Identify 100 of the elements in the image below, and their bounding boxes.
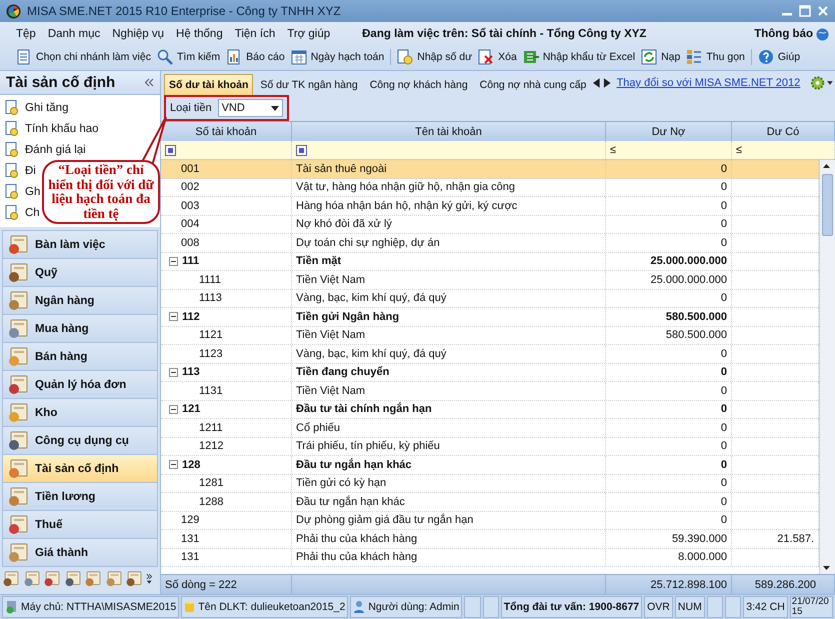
account-code: 003: [181, 200, 200, 212]
module-item[interactable]: Mua hàng: [2, 314, 158, 343]
table-row[interactable]: 1212 Trái phiếu, tín phiếu, kỳ phiếu 0: [161, 438, 819, 456]
filter-operator[interactable]: ≤: [736, 144, 742, 156]
table-row[interactable]: 1281 Tiền gửi có kỳ hạn 0: [161, 474, 819, 493]
menu-item[interactable]: Trợ giúp: [285, 28, 332, 40]
table-row[interactable]: 008 Dự toán chi sự nghiệp, dự án 0: [161, 234, 819, 252]
account-code: 004: [181, 218, 200, 230]
tab[interactable]: Công nợ khách hàng: [364, 74, 473, 95]
dropdown-icon[interactable]: [270, 106, 279, 110]
module-item[interactable]: Giá thành: [2, 538, 158, 567]
menu-item[interactable]: Tiện ích: [232, 28, 278, 40]
collapse-icon[interactable]: [169, 404, 178, 414]
filter-icon[interactable]: [165, 144, 176, 156]
tab[interactable]: Công nợ nhà cung cấp: [474, 74, 592, 95]
module-item[interactable]: Công cụ dụng cụ: [2, 426, 158, 455]
table-row[interactable]: 1113 Vàng, bạc, kim khí quý, đá quý 0: [161, 290, 819, 308]
scroll-right-icon[interactable]: [602, 78, 611, 88]
module-item[interactable]: Bàn làm việc: [2, 230, 158, 259]
table-row[interactable]: 1121 Tiền Việt Nam 580.500.000: [161, 326, 819, 345]
table-row[interactable]: 002 Vật tư, hàng hóa nhận giữ hộ, nhận gia công 0: [161, 178, 819, 197]
table-row[interactable]: 112 Tiền gửi Ngân hàng 580.500.000: [161, 308, 819, 326]
menu-item[interactable]: Hệ thống: [174, 28, 225, 40]
currency-dropdown[interactable]: VND: [218, 99, 283, 117]
panel-item[interactable]: Đi: [5, 160, 36, 181]
table-row[interactable]: 131 Phải thu của khách hàng 59.390.000 21.587.: [161, 530, 819, 548]
scrollbar[interactable]: [819, 160, 835, 574]
module-item[interactable]: Bán hàng: [2, 342, 158, 371]
table-row[interactable]: 129 Dự phòng giảm giá đầu tư ngắn hạn 0: [161, 512, 819, 530]
compare-link[interactable]: Thay đổi so với MISA SME.NET 2012: [616, 77, 800, 89]
module-item[interactable]: Quỹ: [2, 258, 158, 287]
close-icon[interactable]: [817, 5, 829, 17]
credit-amount: 21.587.: [777, 532, 814, 545]
scroll-thumb[interactable]: [822, 174, 833, 236]
toolbar-button[interactable]: Ngày hạch toán: [288, 47, 386, 67]
filter-icon[interactable]: [296, 144, 307, 156]
table-row[interactable]: 1211 Cổ phiếu 0: [161, 419, 819, 438]
table-row[interactable]: 004 Nợ khó đòi đã xử lý 0: [161, 216, 819, 234]
callout-note: “Loại tiền” chỉ hiển thị đối với dữ liệu hạch toán đa tiền tệ: [42, 160, 160, 224]
toolbar-button[interactable]: Giúp: [756, 47, 802, 67]
toolbar-button[interactable]: Nạp: [639, 47, 682, 67]
table-row[interactable]: 128 Đầu tư ngắn hạn khác 0: [161, 456, 819, 474]
panel-item[interactable]: Gh: [5, 181, 40, 202]
toolbar-button[interactable]: Nhập khẩu từ Excel: [520, 47, 638, 67]
filter-operator[interactable]: ≤: [610, 144, 616, 156]
panel-item[interactable]: Ghi tăng: [5, 97, 68, 118]
account-name: Hàng hóa nhận bán hộ, nhận ký gửi, ký cược: [296, 200, 518, 212]
account-name: Đầu tư ngắn hạn khác: [296, 458, 412, 471]
table-row[interactable]: 001 Tài sản thuê ngoài 0: [161, 160, 819, 178]
module-item[interactable]: Tiền lương: [2, 482, 158, 511]
debit-amount: 0: [720, 496, 727, 508]
module-item[interactable]: Thuế: [2, 510, 158, 539]
panel-item[interactable]: Tính khấu hao: [5, 118, 99, 139]
collapse-icon[interactable]: [144, 78, 154, 87]
debit-amount: 0: [720, 162, 727, 175]
menu-item[interactable]: Nghiệp vụ: [110, 28, 166, 40]
table-row[interactable]: 1123 Vàng, bạc, kim khí quý, đá quý 0: [161, 345, 819, 364]
scroll-left-icon[interactable]: [593, 78, 601, 88]
more-icon[interactable]: [146, 572, 152, 586]
table-row[interactable]: 131 Phải thu của khách hàng 8.000.000: [161, 548, 819, 567]
ledger-icon: [7, 346, 29, 366]
collapse-icon[interactable]: [169, 368, 178, 377]
settings-icon[interactable]: [810, 75, 835, 91]
table-row[interactable]: 1131 Tiền Việt Nam 0: [161, 382, 819, 400]
maximize-icon[interactable]: [799, 5, 811, 17]
toolbar-button[interactable]: Xóa: [476, 47, 519, 67]
module-item[interactable]: Quản lý hóa đơn: [2, 370, 158, 399]
ledger-icon: [2, 569, 20, 589]
user-icon: [353, 600, 366, 614]
toolbar-button[interactable]: Thu gọn: [684, 47, 747, 67]
collapse-icon[interactable]: [169, 256, 178, 266]
toolbar-button[interactable]: Tìm kiếm: [154, 47, 222, 67]
table-row[interactable]: 111 Tiền mặt 25.000.000.000: [161, 252, 819, 271]
ledger-icon: [22, 569, 40, 589]
panel-item[interactable]: Ch: [5, 202, 40, 223]
toolbar-button[interactable]: Báo cáo: [224, 47, 287, 67]
collapse-icon[interactable]: [169, 312, 178, 322]
module-item[interactable]: Ngân hàng: [2, 286, 158, 315]
table-row[interactable]: 113 Tiền đang chuyển 0: [161, 364, 819, 382]
panel-title: Tài sản cố định: [6, 74, 116, 91]
module-item[interactable]: Tài sản cố định: [2, 454, 158, 483]
collapse-icon[interactable]: [169, 460, 178, 470]
panel-item[interactable]: Đánh giá lại: [5, 139, 86, 160]
table-row[interactable]: 121 Đầu tư tài chính ngắn hạn 0: [161, 400, 819, 419]
table-row[interactable]: 1111 Tiền Việt Nam 25.000.000.000: [161, 271, 819, 290]
module-item[interactable]: Kho: [2, 398, 158, 427]
app-logo: [6, 4, 21, 18]
menu-item[interactable]: Tệp: [14, 28, 38, 40]
toolbar-button[interactable]: Chọn chi nhánh làm việc: [14, 47, 153, 67]
table-row[interactable]: 1288 Đầu tư ngắn hạn khác 0: [161, 493, 819, 512]
notifications-link[interactable]: Thông báo: [754, 28, 829, 40]
ledger-icon: [7, 374, 29, 394]
account-code: 113: [182, 366, 200, 378]
table-row[interactable]: 003 Hàng hóa nhận bán hộ, nhận ký gửi, ký cược 0: [161, 197, 819, 216]
toolbar-button[interactable]: Nhập số dư: [395, 47, 474, 67]
tab[interactable]: Số dư tài khoản: [164, 74, 254, 95]
debit-amount: 0: [720, 440, 727, 452]
menu-item[interactable]: Danh mục: [46, 28, 102, 40]
tab[interactable]: Số dư TK ngân hàng: [255, 74, 363, 95]
status-text: 3:42 CH: [743, 596, 788, 618]
